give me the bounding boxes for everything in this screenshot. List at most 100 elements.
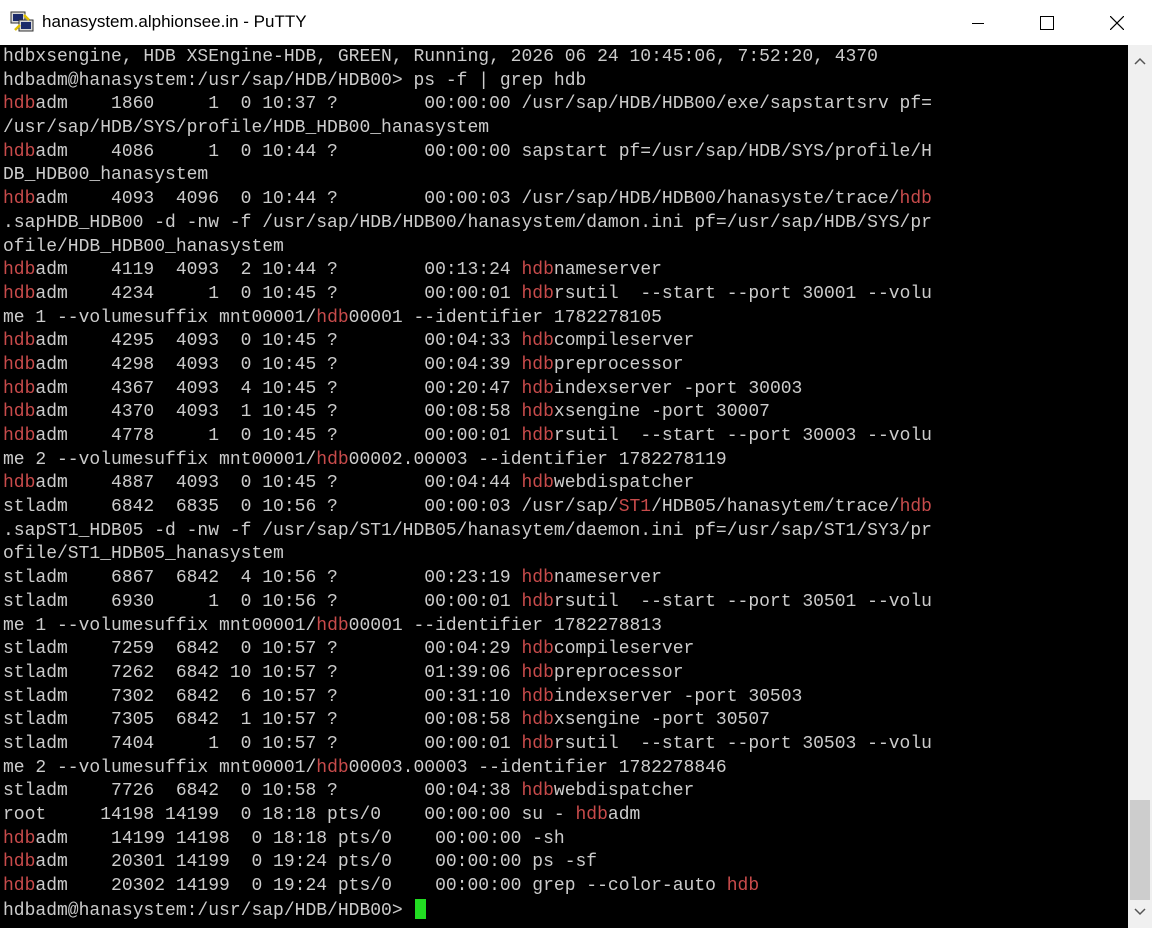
scroll-up-arrow-icon <box>1134 57 1146 65</box>
terminal-line: hdbadm 4234 1 0 10:45 ? 00:00:01 hdbrsut… <box>3 283 932 307</box>
terminal-text: stladm 7259 6842 0 10:57 ? 00:04:29 <box>3 639 522 660</box>
terminal-text: webdispatcher <box>553 473 695 494</box>
terminal-line: hdbadm 20302 14199 0 19:24 pts/0 00:00:0… <box>3 875 932 899</box>
terminal-text: rsutil --start --port 30003 --volu <box>553 426 932 446</box>
terminal-text: .sapST1_HDB05 -d -nw -f /usr/sap/ST1/HDB… <box>3 520 932 541</box>
close-button[interactable] <box>1082 0 1152 45</box>
terminal-text: xsengine -port 30507 <box>553 710 770 731</box>
highlighted-match: hdb <box>3 260 36 281</box>
terminal-text: adm 20301 14199 0 19:24 pts/0 00:00:00 p… <box>35 852 598 873</box>
scroll-down-arrow-icon <box>1134 908 1146 916</box>
highlighted-match: hdb <box>3 283 36 304</box>
terminal-line: stladm 6867 6842 4 10:56 ? 00:23:19 hdbn… <box>3 567 932 591</box>
terminal-text: adm 4295 4093 0 10:45 ? 00:04:33 <box>35 331 522 352</box>
terminal-text: nameserver <box>553 568 662 589</box>
highlighted-match: hdb <box>3 354 36 375</box>
terminal-text: .sapHDB_HDB00 -d -nw -f /usr/sap/HDB/HDB… <box>3 212 932 233</box>
terminal-line: hdbadm 14199 14198 0 18:18 pts/0 00:00:0… <box>3 828 932 852</box>
terminal-text: 00001 --identifier 1782278813 <box>348 615 662 636</box>
terminal-text: stladm 6842 6835 0 10:56 ? 00:00:03 /usr… <box>3 497 619 518</box>
terminal-line: stladm 7404 1 0 10:57 ? 00:00:01 hdbrsut… <box>3 733 932 757</box>
terminal-line: ofile/ST1_HDB05_hanasystem <box>3 543 932 567</box>
highlighted-match: hdb <box>521 378 554 399</box>
highlighted-match: hdb <box>521 710 554 731</box>
highlighted-match: hdb <box>316 757 349 778</box>
highlighted-match: hdb <box>521 402 554 423</box>
terminal-line: hdbadm 4298 4093 0 10:45 ? 00:04:39 hdbp… <box>3 354 932 378</box>
terminal-text: webdispatcher <box>553 781 695 802</box>
highlighted-match: hdb <box>521 426 554 446</box>
scroll-up-button[interactable] <box>1128 49 1152 73</box>
terminal-text: indexserver -port 30003 <box>553 378 803 399</box>
highlighted-match: ST1 <box>618 497 652 518</box>
maximize-button[interactable] <box>1012 0 1082 45</box>
vertical-scrollbar[interactable] <box>1128 45 1152 928</box>
scroll-thumb[interactable] <box>1130 800 1150 900</box>
terminal-text: rsutil --start --port 30001 --volu <box>553 283 932 304</box>
terminal-text: stladm 7302 6842 6 10:57 ? 00:31:10 <box>3 686 522 707</box>
terminal-line: root 14198 14199 0 18:18 pts/0 00:00:00 … <box>3 804 932 828</box>
highlighted-match: hdb <box>521 781 554 802</box>
highlighted-match: hdb <box>521 639 554 660</box>
terminal-line: hdbadm 4119 4093 2 10:44 ? 00:13:24 hdbn… <box>3 259 932 283</box>
maximize-icon <box>1040 15 1054 30</box>
highlighted-match: hdb <box>316 615 349 636</box>
terminal-line: /usr/sap/HDB/SYS/profile/HDB_HDB00_hanas… <box>3 117 932 141</box>
terminal-line: hdbadm 4295 4093 0 10:45 ? 00:04:33 hdbc… <box>3 330 932 354</box>
terminal-text: hdbxsengine, HDB XSEngine-HDB, GREEN, Ru… <box>3 47 878 67</box>
highlighted-match: hdb <box>521 733 554 754</box>
terminal-line: DB_HDB00_hanasystem <box>3 164 932 188</box>
terminal-text: indexserver -port 30503 <box>553 686 803 707</box>
highlighted-match: hdb <box>521 260 554 281</box>
terminal-text: ofile/ST1_HDB05_hanasystem <box>3 544 284 565</box>
highlighted-match: hdb <box>899 497 932 518</box>
highlighted-match: hdb <box>3 426 36 446</box>
terminal-text: adm 4370 4093 1 10:45 ? 00:08:58 <box>35 402 522 423</box>
terminal-line: stladm 6842 6835 0 10:56 ? 00:00:03 /usr… <box>3 496 932 520</box>
terminal-line: me 1 --volumesuffix mnt00001/hdb00001 --… <box>3 307 932 331</box>
highlighted-match: hdb <box>3 331 36 352</box>
highlighted-match: hdb <box>3 828 36 849</box>
terminal-text: adm 4367 4093 4 10:45 ? 00:20:47 <box>35 378 522 399</box>
highlighted-match: hdb <box>521 331 554 352</box>
terminal-line: ofile/HDB_HDB00_hanasystem <box>3 236 932 260</box>
terminal-line: hdbadm 4778 1 0 10:45 ? 00:00:01 hdbrsut… <box>3 425 932 449</box>
terminal-line: hdbxsengine, HDB XSEngine-HDB, GREEN, Ru… <box>3 46 932 70</box>
highlighted-match: hdb <box>726 876 760 897</box>
terminal-line: hdbadm 20301 14199 0 19:24 pts/0 00:00:0… <box>3 851 932 875</box>
terminal-text: stladm 7262 6842 10 10:57 ? 01:39:06 <box>3 662 522 683</box>
terminal-line: hdbadm 4093 4096 0 10:44 ? 00:00:03 /usr… <box>3 188 932 212</box>
terminal-line: stladm 7262 6842 10 10:57 ? 01:39:06 hdb… <box>3 662 932 686</box>
minimize-button[interactable] <box>943 0 1013 45</box>
scroll-down-button[interactable] <box>1128 900 1152 924</box>
terminal-text: stladm 7726 6842 0 10:58 ? 00:04:38 <box>3 781 522 802</box>
terminal-text: adm 4298 4093 0 10:45 ? 00:04:39 <box>35 354 522 375</box>
close-icon <box>1110 15 1124 30</box>
terminal-text: 00003.00003 --identifier 1782278846 <box>348 757 727 778</box>
terminal-text: me 2 --volumesuffix mnt00001/ <box>3 757 317 778</box>
highlighted-match: hdb <box>575 805 608 825</box>
terminal-line: hdbadm 1860 1 0 10:37 ? 00:00:00 /usr/sa… <box>3 93 932 117</box>
highlighted-match: hdb <box>316 307 349 328</box>
terminal-output[interactable]: hdbxsengine, HDB XSEngine-HDB, GREEN, Ru… <box>0 45 1128 928</box>
highlighted-match: hdb <box>3 402 36 423</box>
terminal-line: stladm 7726 6842 0 10:58 ? 00:04:38 hdbw… <box>3 780 932 804</box>
highlighted-match: hdb <box>899 189 932 210</box>
highlighted-match: hdb <box>316 449 349 470</box>
terminal-text: adm 1860 1 0 10:37 ? 00:00:00 /usr/sap/H… <box>35 94 932 115</box>
highlighted-match: hdb <box>3 378 36 399</box>
terminal-line: hdbadm 4367 4093 4 10:45 ? 00:20:47 hdbi… <box>3 378 932 402</box>
terminal-text: adm 4234 1 0 10:45 ? 00:00:01 <box>35 283 522 304</box>
highlighted-match: hdb <box>521 473 554 494</box>
highlighted-match: hdb <box>3 473 36 494</box>
title-bar[interactable]: hanasystem.alphionsee.in - PuTTY <box>0 0 1152 45</box>
window-title: hanasystem.alphionsee.in - PuTTY <box>42 12 307 31</box>
highlighted-match: hdb <box>3 189 36 210</box>
highlighted-match: hdb <box>521 686 554 707</box>
terminal-text: adm 4093 4096 0 10:44 ? 00:00:03 /usr/sa… <box>35 189 900 210</box>
terminal-line: me 2 --volumesuffix mnt00001/hdb00003.00… <box>3 757 932 781</box>
highlighted-match: hdb <box>3 876 36 897</box>
terminal-text: ofile/HDB_HDB00_hanasystem <box>3 236 284 257</box>
putty-icon[interactable] <box>10 10 34 34</box>
terminal-text: rsutil --start --port 30501 --volu <box>553 591 932 612</box>
